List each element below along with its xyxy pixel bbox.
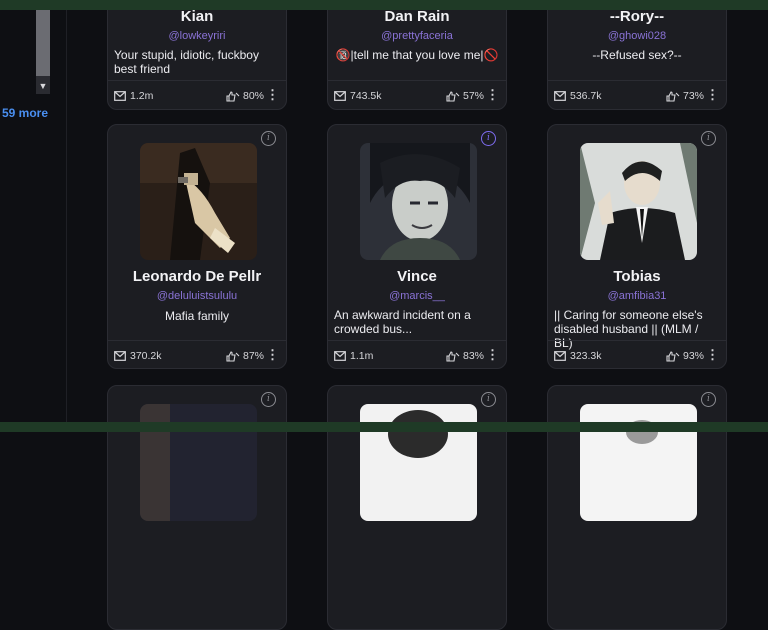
like-dislike-icon bbox=[446, 90, 460, 102]
character-handle[interactable]: @amfibia31 bbox=[548, 290, 726, 302]
character-name: --Rory-- bbox=[609, 8, 665, 25]
scroll-down-arrow-icon[interactable]: ▼ bbox=[36, 78, 50, 94]
character-description: Your stupid, idiotic, fuckboy best frien… bbox=[114, 48, 259, 76]
info-icon[interactable]: i bbox=[701, 131, 716, 146]
like-ratio: 73% bbox=[682, 90, 704, 102]
card-footer: 1.2m 80% ⋮ bbox=[108, 80, 286, 109]
like-dislike-icon bbox=[666, 350, 680, 362]
top-border-strip bbox=[0, 0, 768, 10]
message-icon bbox=[114, 91, 126, 101]
character-card[interactable]: Kian @lowkeyriri Your stupid, idiotic, f… bbox=[107, 0, 287, 110]
character-description: Mafia family bbox=[164, 309, 229, 323]
like-dislike-icon bbox=[446, 350, 460, 362]
message-icon bbox=[554, 351, 566, 361]
like-dislike-icon bbox=[226, 90, 240, 102]
more-options-icon[interactable]: ⋮ bbox=[266, 87, 279, 103]
chat-count: 743.5k bbox=[350, 90, 382, 102]
character-card[interactable]: Dan Rain @prettyfaceria 🔞|tell me that y… bbox=[327, 0, 507, 110]
character-card[interactable]: --Rory-- @ghowi028 --Refused sex?-- 536.… bbox=[547, 0, 727, 110]
character-description: 🔞|tell me that you love me|🚫 bbox=[335, 48, 499, 62]
character-card[interactable]: i Tobias @amfibia31 || Caring for someon… bbox=[547, 124, 727, 369]
chat-count: 1.1m bbox=[350, 350, 374, 362]
card-footer: 536.7k 73% ⋮ bbox=[548, 80, 726, 109]
info-icon[interactable]: i bbox=[481, 131, 496, 146]
chat-count: 536.7k bbox=[570, 90, 602, 102]
like-dislike-icon bbox=[226, 350, 240, 362]
card-footer: 323.3k 93% ⋮ bbox=[548, 340, 726, 368]
info-icon[interactable]: i bbox=[701, 392, 716, 407]
character-description: An awkward incident on a crowded bus... bbox=[334, 308, 471, 336]
character-handle[interactable]: @lowkeyriri bbox=[108, 30, 286, 42]
message-icon bbox=[334, 91, 346, 101]
like-ratio: 93% bbox=[682, 350, 704, 362]
more-options-icon[interactable]: ⋮ bbox=[706, 347, 719, 363]
more-options-icon[interactable]: ⋮ bbox=[486, 347, 499, 363]
bottom-border-strip bbox=[0, 422, 768, 432]
character-avatar bbox=[580, 143, 697, 260]
info-icon[interactable]: i bbox=[261, 392, 276, 407]
character-handle[interactable]: @prettyfaceria bbox=[328, 30, 506, 42]
chat-count: 370.2k bbox=[130, 350, 162, 362]
character-name: Leonardo De Pellr bbox=[132, 268, 262, 285]
card-footer: 370.2k 87% ⋮ bbox=[108, 340, 286, 368]
character-handle[interactable]: @marcis__ bbox=[328, 290, 506, 302]
more-options-icon[interactable]: ⋮ bbox=[266, 347, 279, 363]
character-avatar bbox=[140, 143, 257, 260]
like-ratio: 57% bbox=[462, 90, 484, 102]
more-options-icon[interactable]: ⋮ bbox=[706, 87, 719, 103]
character-avatar bbox=[360, 143, 477, 260]
card-footer: 743.5k 57% ⋮ bbox=[328, 80, 506, 109]
show-more-link[interactable]: 59 more bbox=[2, 106, 48, 120]
like-dislike-icon bbox=[666, 90, 680, 102]
like-ratio: 83% bbox=[462, 350, 484, 362]
character-name: Vince bbox=[397, 268, 437, 285]
message-icon bbox=[554, 91, 566, 101]
chat-count: 1.2m bbox=[130, 90, 154, 102]
card-footer: 1.1m 83% ⋮ bbox=[328, 340, 506, 368]
like-ratio: 80% bbox=[242, 90, 264, 102]
character-description: --Refused sex?-- bbox=[592, 48, 682, 62]
info-icon[interactable]: i bbox=[481, 392, 496, 407]
sidebar-scrollbar-thumb[interactable] bbox=[36, 10, 50, 76]
message-icon bbox=[114, 351, 126, 361]
like-ratio: 87% bbox=[242, 350, 264, 362]
more-options-icon[interactable]: ⋮ bbox=[486, 87, 499, 103]
character-name: Tobias bbox=[613, 268, 661, 285]
character-name: Kian bbox=[180, 8, 214, 25]
info-icon[interactable]: i bbox=[261, 131, 276, 146]
sidebar: ▼ 59 more bbox=[0, 0, 67, 432]
character-card[interactable]: i Leonardo De Pellr @deluluistsululu Maf… bbox=[107, 124, 287, 369]
character-handle[interactable]: @deluluistsululu bbox=[108, 290, 286, 302]
character-name: Dan Rain bbox=[384, 8, 450, 25]
character-handle[interactable]: @ghowi028 bbox=[548, 30, 726, 42]
character-card[interactable]: i Vince @marcis__ An awkward incident on… bbox=[327, 124, 507, 369]
chat-count: 323.3k bbox=[570, 350, 602, 362]
message-icon bbox=[334, 351, 346, 361]
